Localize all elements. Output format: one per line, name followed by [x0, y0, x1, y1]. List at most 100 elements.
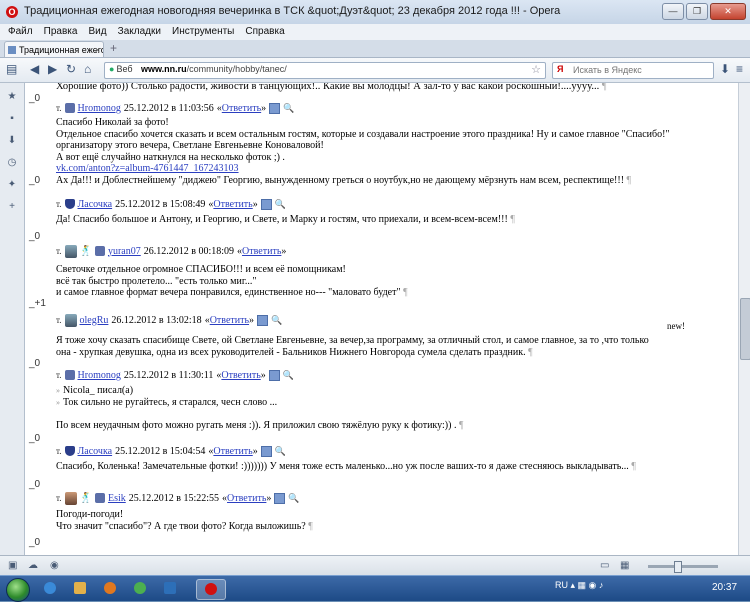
- navigation-bar: ▤ ◀ ▶ ↻ ⌂ ● Веб www.nn.ru/community/hobby…: [0, 58, 750, 83]
- search-box[interactable]: Я: [552, 62, 714, 79]
- clock[interactable]: 20:37: [712, 582, 737, 593]
- zoom-slider-thumb[interactable]: [674, 561, 682, 573]
- url-text[interactable]: www.nn.ru/community/hobby/tanec/: [141, 64, 287, 74]
- author-link[interactable]: Ласочка: [78, 199, 113, 210]
- avatar: [64, 491, 77, 505]
- reply-link[interactable]: Ответить: [213, 199, 252, 210]
- quote-icon[interactable]: [269, 102, 281, 114]
- reply-link[interactable]: Ответить: [227, 493, 266, 504]
- search-input[interactable]: [573, 63, 703, 76]
- dancer-icon: 🕺: [79, 492, 92, 504]
- reply-link[interactable]: Ответить: [221, 370, 260, 381]
- minimize-button[interactable]: —: [662, 3, 684, 20]
- reply-link[interactable]: Ответить: [213, 446, 252, 457]
- downloads-panel-icon[interactable]: ⬇: [6, 135, 18, 147]
- scrollbar-thumb[interactable]: [740, 298, 750, 360]
- system-tray: RU ▴ ▦ ◉ ♪: [555, 580, 604, 590]
- back-icon[interactable]: ◀: [30, 62, 39, 76]
- quote-icon[interactable]: [257, 314, 269, 326]
- zoom-slider[interactable]: [648, 561, 718, 573]
- post-date: 26.12.2012 в 13:02:18: [111, 314, 202, 326]
- menu-tools[interactable]: Инструменты: [172, 24, 234, 40]
- panel-toggle-icon[interactable]: ▤: [6, 62, 17, 76]
- vertical-scrollbar[interactable]: [738, 83, 750, 555]
- history-panel-icon[interactable]: ◷: [6, 157, 18, 169]
- taskbar-app-icon[interactable]: [126, 579, 154, 598]
- taskbar-ie-icon[interactable]: [36, 579, 64, 598]
- post-text: Погоди-погоди! Что значит "спасибо"? А г…: [56, 509, 313, 532]
- search-icon[interactable]: 🔍: [283, 103, 294, 114]
- author-link[interactable]: Ласочка: [78, 446, 113, 457]
- post-date: 25.12.2012 в 15:22:55: [128, 492, 220, 504]
- reload-icon[interactable]: ↻: [66, 62, 76, 76]
- quote-icon[interactable]: [274, 492, 286, 504]
- notes-panel-icon[interactable]: ▪: [6, 113, 18, 125]
- author-link[interactable]: yuran07: [108, 246, 141, 257]
- address-bar[interactable]: ● Веб www.nn.ru/community/hobby/tanec/ ☆: [104, 62, 546, 79]
- quote-mark-icon: »: [56, 386, 60, 395]
- menu-icon[interactable]: ≡: [736, 62, 743, 76]
- close-button[interactable]: ✕: [710, 3, 746, 20]
- author-link[interactable]: olegRu: [80, 315, 109, 326]
- author-link[interactable]: Hromonog: [78, 103, 121, 114]
- view-icon[interactable]: ▭: [600, 560, 609, 571]
- taskbar-media-icon[interactable]: [96, 579, 124, 598]
- menu-file[interactable]: Файл: [8, 24, 33, 40]
- forward-icon[interactable]: ▶: [48, 62, 57, 76]
- search-icon[interactable]: 🔍: [275, 199, 286, 210]
- panel-icon[interactable]: ▣: [8, 560, 17, 571]
- browser-window: O Традиционная ежегодная новогодняя вече…: [0, 0, 750, 575]
- language-indicator[interactable]: RU: [555, 580, 568, 590]
- post-meta: т. olegRu 26.12.2012 в 13:02:18 «Ответит…: [56, 313, 283, 327]
- web-badge: ● Веб: [109, 64, 133, 74]
- search-icon[interactable]: 🔍: [275, 446, 286, 457]
- search-icon[interactable]: 🔍: [288, 493, 299, 504]
- author-link[interactable]: Hromonog: [78, 370, 121, 381]
- search-icon[interactable]: 🔍: [271, 315, 282, 326]
- post-text: Светочке отдельное огромное СПАСИБО!!! и…: [56, 264, 408, 298]
- taskbar-opera-icon[interactable]: [196, 579, 226, 600]
- quote-block: » Nicola_ писал(а) » Ток сильно не ругайте…: [56, 385, 278, 408]
- bookmarks-panel-icon[interactable]: ★: [6, 91, 18, 103]
- user-badge-icon: [94, 246, 105, 256]
- menu-bookmarks[interactable]: Закладки: [118, 24, 161, 40]
- tab-active[interactable]: Традиционная ежегод... ×: [4, 41, 104, 57]
- downloads-icon[interactable]: ⬇: [720, 62, 730, 76]
- quote-icon[interactable]: [260, 198, 272, 210]
- author-link[interactable]: Esik: [108, 493, 126, 504]
- favicon-icon: [8, 46, 16, 54]
- new-badge: new!: [667, 321, 685, 331]
- taskbar-folder-icon[interactable]: [66, 579, 94, 598]
- menu-help[interactable]: Справка: [245, 24, 284, 40]
- images-icon[interactable]: ▦: [620, 560, 629, 571]
- taskbar-app2-icon[interactable]: [156, 579, 184, 598]
- bookmark-star-icon[interactable]: ☆: [531, 63, 541, 76]
- window-title: Традиционная ежегодная новогодняя вечери…: [24, 5, 561, 17]
- post-text: Я тоже хочу сказать спасибище Свете, ой …: [56, 335, 649, 358]
- widgets-panel-icon[interactable]: ✦: [6, 179, 18, 191]
- reply-link[interactable]: Ответить: [242, 246, 281, 257]
- speed-dial-icon[interactable]: ◉: [50, 560, 59, 571]
- home-icon[interactable]: ⌂: [84, 62, 91, 76]
- menu-view[interactable]: Вид: [89, 24, 107, 40]
- tab-close-icon[interactable]: ×: [95, 42, 100, 57]
- menu-edit[interactable]: Правка: [44, 24, 78, 40]
- maximize-button[interactable]: ❐: [686, 3, 708, 20]
- new-tab-button[interactable]: +: [110, 41, 117, 55]
- start-button[interactable]: [6, 578, 30, 602]
- post-date: 25.12.2012 в 11:30:11: [123, 369, 214, 381]
- shield-icon: [64, 199, 75, 209]
- thread-marker: т.: [56, 103, 62, 113]
- quote-icon[interactable]: [260, 445, 272, 457]
- add-panel-icon[interactable]: +: [6, 201, 18, 213]
- menu-bar: Файл Правка Вид Закладки Инструменты Спр…: [0, 24, 750, 40]
- quote-icon[interactable]: [268, 369, 280, 381]
- cloud-icon[interactable]: ☁: [28, 560, 38, 571]
- post-meta: т. 🕺 yuran07 26.12.2012 в 00:18:09 «Отве…: [56, 244, 287, 258]
- search-icon[interactable]: 🔍: [283, 370, 294, 381]
- reply-link[interactable]: Ответить: [210, 315, 249, 326]
- tab-bar: Традиционная ежегод... × +: [0, 40, 750, 58]
- status-bar: ▣ ☁ ◉ ▭ ▦: [0, 555, 750, 575]
- album-link[interactable]: vk.com/anton?z=album-4761447_167243103: [56, 163, 239, 174]
- reply-link[interactable]: Ответить: [222, 103, 261, 114]
